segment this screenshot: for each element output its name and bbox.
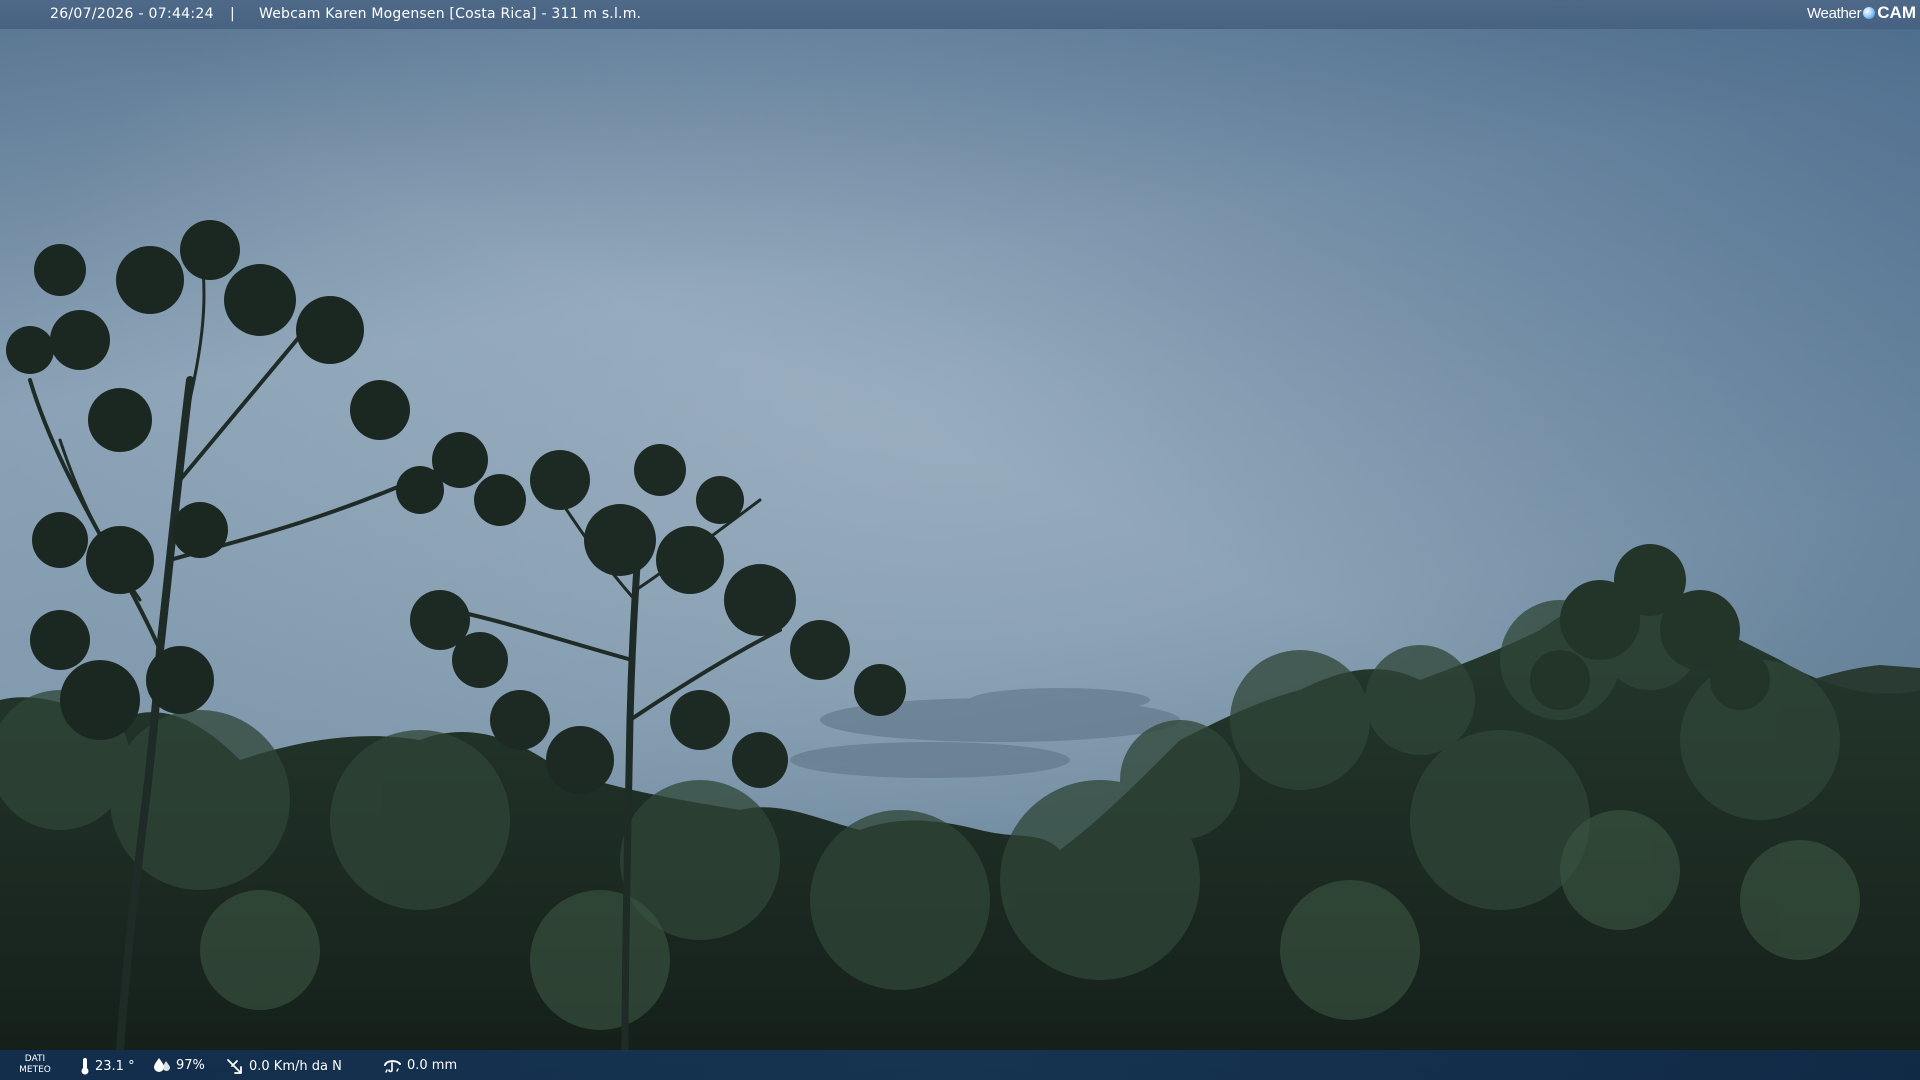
temperature-reading: 23.1 ° xyxy=(80,1057,135,1075)
temperature-value: 23.1 ° xyxy=(95,1058,135,1074)
top-info-bar: 26/07/2026 - 07:44:24 | Webcam Karen Mog… xyxy=(0,0,1920,29)
meteo-line: METEO xyxy=(19,1065,51,1075)
capture-datetime: 26/07/2026 - 07:44:24 xyxy=(50,6,214,22)
webcam-frame: 26/07/2026 - 07:44:24 | Webcam Karen Mog… xyxy=(0,0,1920,1080)
thermometer-icon xyxy=(81,1058,89,1075)
webcam-location: Webcam Karen Mogensen [Costa Rica] - 311… xyxy=(259,6,642,22)
globe-icon xyxy=(1863,7,1876,19)
brand-weather-text: Weather xyxy=(1806,4,1862,22)
humidity-reading: 97% xyxy=(153,1057,205,1073)
rain-icon xyxy=(384,1060,401,1073)
brand-cam-text: CAM xyxy=(1877,3,1916,22)
separator: | xyxy=(230,6,235,22)
wind-value: 0.0 Km/h da N xyxy=(249,1058,342,1074)
dati-line: DATI xyxy=(24,1054,46,1064)
wind-icon xyxy=(227,1059,242,1074)
rain-reading: 0.0 mm xyxy=(384,1057,457,1073)
webcam-image xyxy=(0,0,1920,1080)
humidity-drop-icon xyxy=(154,1058,170,1072)
weather-data-bar: DATI METEO 23.1 ° 97% 0.0 Km/h da N 0.0 … xyxy=(0,1050,1920,1080)
weathercam-logo[interactable]: Weather CAM xyxy=(1807,3,1916,23)
humidity-value: 97% xyxy=(176,1057,205,1073)
wind-reading: 0.0 Km/h da N xyxy=(226,1057,342,1075)
rain-value: 0.0 mm xyxy=(407,1057,458,1073)
weather-data-label: DATI METEO xyxy=(18,1054,52,1076)
